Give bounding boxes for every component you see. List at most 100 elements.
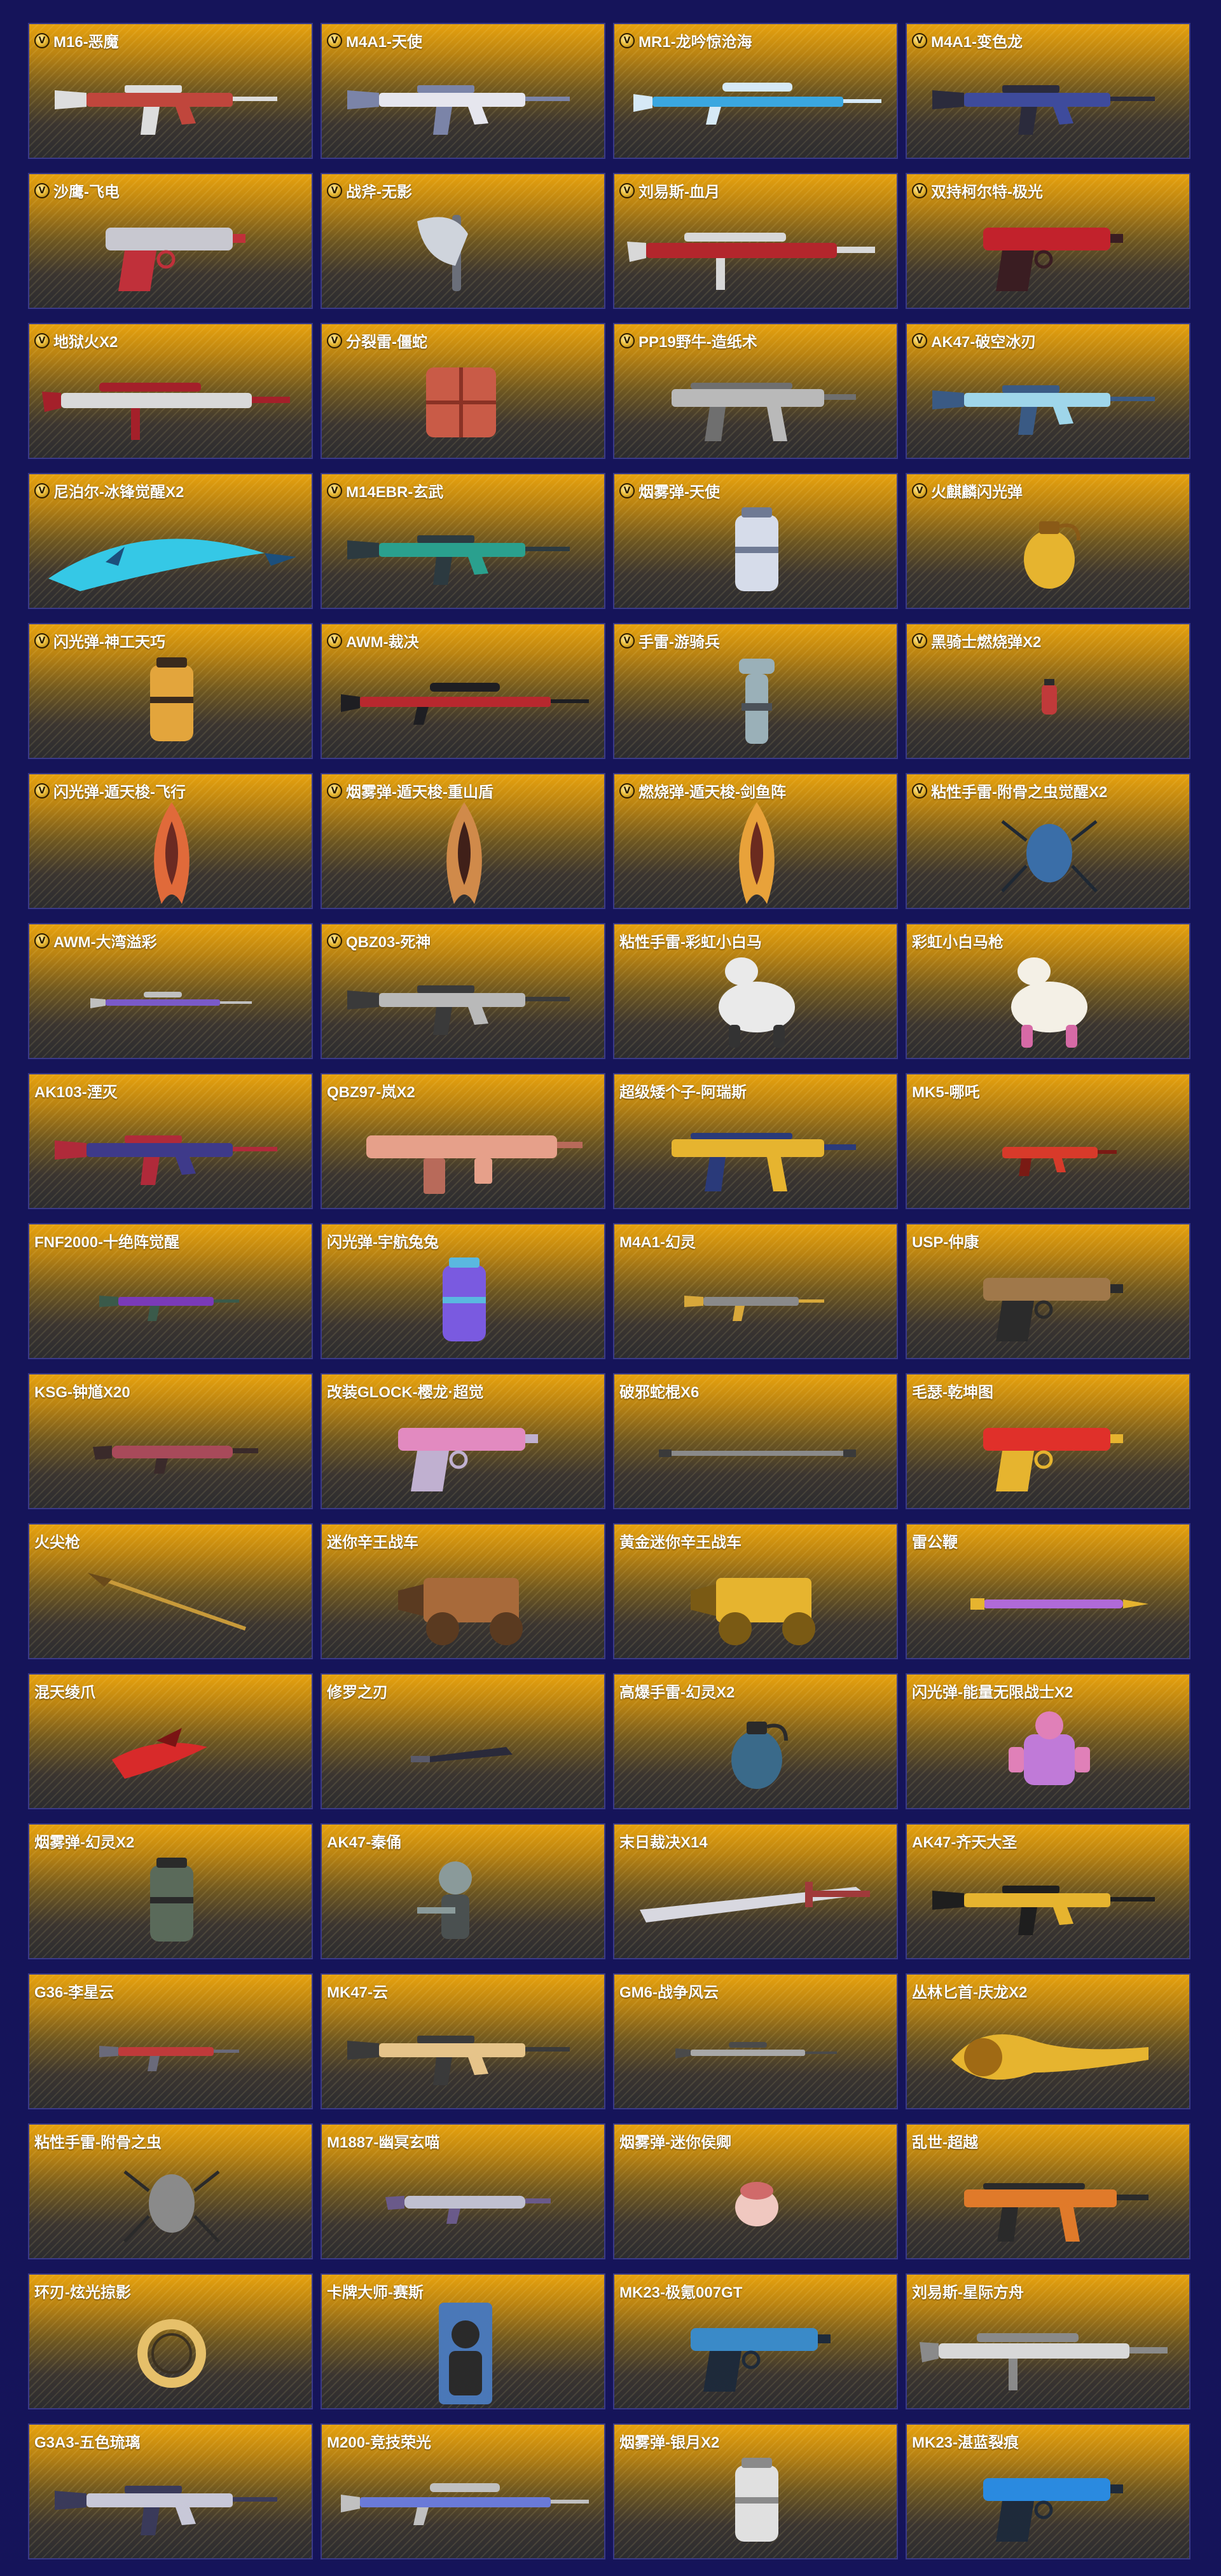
item-card[interactable]: 丛林匕首-庆龙X2 [906,1973,1190,2109]
item-card[interactable]: V MR1-龙吟惊沧海 [613,23,898,159]
machinegun-icon [907,2296,1189,2408]
item-card[interactable]: MK5-哪吒 [906,1073,1190,1209]
item-card[interactable]: 改装GLOCK-樱龙·超觉 [321,1373,605,1509]
item-card[interactable]: V 烟雾弹-遁天梭-重山盾 [321,773,605,909]
rifle-icon [29,46,312,158]
item-card[interactable]: 闪光弹-能量无限战士X2 [906,1673,1190,1809]
item-card[interactable]: USP-仲康 [906,1223,1190,1359]
item-card[interactable]: V 闪光弹-神工天巧 [28,623,313,759]
grenade-small-icon [907,646,1189,758]
item-card[interactable]: 环刃-炫光掠影 [28,2273,313,2409]
item-card[interactable]: V 火麒麟闪光弹 [906,473,1190,609]
rifle-small-icon [614,1246,897,1358]
rifle-icon [29,1096,312,1208]
item-card[interactable]: 粘性手雷-彩虹小白马 [613,923,898,1059]
item-card[interactable]: KSG-钟馗X20 [28,1373,313,1509]
machinegun-icon [29,346,312,458]
item-card[interactable]: V M14EBR-玄武 [321,473,605,609]
item-card[interactable]: 黄金迷你辛王战车 [613,1523,898,1659]
item-card[interactable]: V QBZ03-死神 [321,923,605,1059]
canister-icon [29,1846,312,1958]
item-card[interactable]: V 战斧-无影 [321,173,605,309]
item-card[interactable]: V 沙鹰-飞电 [28,173,313,309]
item-card[interactable]: M1887-幽冥玄喵 [321,2123,605,2259]
item-card[interactable]: MK47-云 [321,1973,605,2109]
item-card[interactable]: V AWM-大湾溢彩 [28,923,313,1059]
item-card[interactable]: 破邪蛇棍X6 [613,1373,898,1509]
canister-icon [322,1246,604,1358]
item-card[interactable]: V 尼泊尔-冰锋觉醒X2 [28,473,313,609]
item-card[interactable]: V 分裂雷-僵蛇 [321,323,605,459]
card-icon [322,2296,604,2408]
item-card[interactable]: MK23-极氪007GT [613,2273,898,2409]
item-card[interactable]: 高爆手雷-幻灵X2 [613,1673,898,1809]
smg-small-icon [907,1096,1189,1208]
item-card[interactable]: G36-李星云 [28,1973,313,2109]
item-card[interactable]: G3A3-五色琉璃 [28,2423,313,2559]
item-card[interactable]: 超级矮个子-阿瑞斯 [613,1073,898,1209]
item-card[interactable]: V 闪光弹-遁天梭-飞行 [28,773,313,909]
item-card[interactable]: V 地狱火X2 [28,323,313,459]
totem-icon [614,646,897,758]
item-card[interactable]: V 烟雾弹-天使 [613,473,898,609]
item-card[interactable]: V M4A1-变色龙 [906,23,1190,159]
item-card[interactable]: MK23-湛蓝裂痕 [906,2423,1190,2559]
item-card[interactable]: AK47-秦俑 [321,1823,605,1959]
item-card[interactable]: 烟雾弹-银月X2 [613,2423,898,2559]
item-card[interactable]: V 粘性手雷-附骨之虫觉醒X2 [906,773,1190,909]
dragon-blade-icon [907,1996,1189,2108]
item-card[interactable]: 闪光弹-宇航兔兔 [321,1223,605,1359]
item-card[interactable]: AK103-湮灭 [28,1073,313,1209]
item-card[interactable]: 刘易斯-星际方舟 [906,2273,1190,2409]
rifle-icon [907,46,1189,158]
item-card[interactable]: V AK47-破空冰刃 [906,323,1190,459]
item-card[interactable]: V AWM-裁决 [321,623,605,759]
whip-icon [907,1546,1189,1658]
item-card[interactable]: 火尖枪 [28,1523,313,1659]
claw-icon [29,1696,312,1808]
warrior-icon [322,1846,604,1958]
item-card[interactable]: 粘性手雷-附骨之虫 [28,2123,313,2259]
item-card[interactable]: M200-竞技荣光 [321,2423,605,2559]
item-card[interactable]: 毛瑟-乾坤图 [906,1373,1190,1509]
rifle-icon [907,346,1189,458]
item-card[interactable]: M4A1-幻灵 [613,1223,898,1359]
pistol-icon [614,2296,897,2408]
item-card[interactable]: V 手雷-游骑兵 [613,623,898,759]
item-card[interactable]: V M4A1-天使 [321,23,605,159]
item-card[interactable]: V 双持柯尔特-极光 [906,173,1190,309]
item-card[interactable]: V M16-恶魔 [28,23,313,159]
item-card[interactable]: 烟雾弹-幻灵X2 [28,1823,313,1959]
item-card[interactable]: V 黑骑士燃烧弹X2 [906,623,1190,759]
axe-icon [322,196,604,308]
item-card[interactable]: V 刘易斯-血月 [613,173,898,309]
machinegun-icon [614,196,897,308]
item-card[interactable]: GM6-战争风云 [613,1973,898,2109]
pistol-icon [907,1246,1189,1358]
item-card[interactable]: AK47-齐天大圣 [906,1823,1190,1959]
horse-icon [907,946,1189,1058]
item-card[interactable]: 卡牌大师-赛斯 [321,2273,605,2409]
item-card[interactable]: FNF2000-十绝阵觉醒 [28,1223,313,1359]
item-card[interactable]: 烟雾弹-迷你侯卿 [613,2123,898,2259]
item-card[interactable]: 雷公鞭 [906,1523,1190,1659]
horse-icon [614,946,897,1058]
chariot-icon [614,1546,897,1658]
head-icon [614,2146,897,2258]
item-card[interactable]: V PP19野牛-造纸术 [613,323,898,459]
item-card[interactable]: 彩虹小白马枪 [906,923,1190,1059]
item-card[interactable]: 乱世-超越 [906,2123,1190,2259]
item-card[interactable]: V 燃烧弹-遁天梭-剑鱼阵 [613,773,898,909]
grenade-icon [614,1696,897,1808]
item-card[interactable]: QBZ97-岚X2 [321,1073,605,1209]
pistol-icon [907,2446,1189,2558]
item-card[interactable]: 混天绫爪 [28,1673,313,1809]
sniper-icon [614,46,897,158]
smg-icon [614,346,897,458]
item-card[interactable]: 末日裁决X14 [613,1823,898,1959]
pistol-icon [907,1396,1189,1508]
canister-icon [29,646,312,758]
item-card[interactable]: 迷你辛王战车 [321,1523,605,1659]
item-card[interactable]: 修罗之刃 [321,1673,605,1809]
shard-icon [29,796,312,908]
